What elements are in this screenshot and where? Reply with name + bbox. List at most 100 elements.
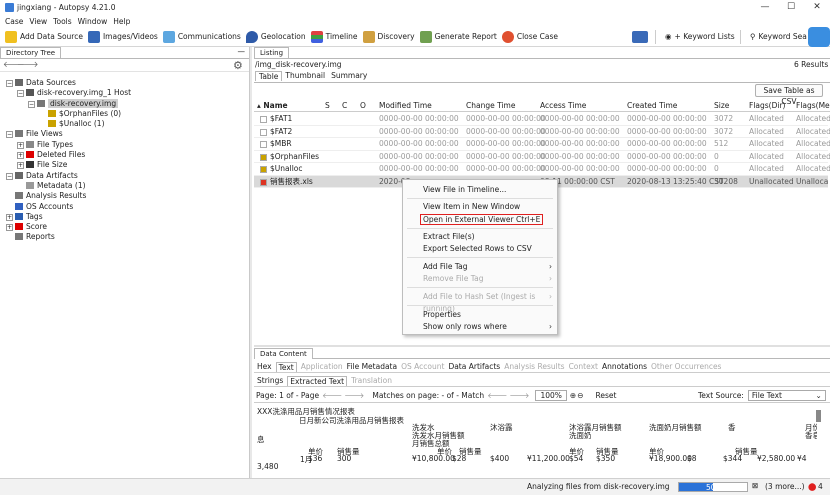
- minimize-pane-button[interactable]: —: [238, 47, 246, 56]
- gear-icon[interactable]: ⚙: [233, 59, 243, 72]
- column-header-o[interactable]: O: [360, 100, 366, 112]
- menu-item-show-only-rows[interactable]: Show only rows where: [403, 321, 557, 333]
- next-match-icon[interactable]: 🡒: [509, 391, 529, 400]
- zoom-in-icon[interactable]: ⊕: [570, 391, 576, 400]
- minimize-button[interactable]: —: [752, 0, 778, 15]
- add-data-source-button[interactable]: Add Data Source: [5, 28, 83, 46]
- tab-listing[interactable]: Listing: [254, 47, 290, 58]
- column-header-c[interactable]: C: [342, 100, 347, 112]
- collapse-icon[interactable]: −: [6, 172, 13, 180]
- tree-item[interactable]: + Tags: [0, 212, 249, 222]
- tree-item[interactable]: Reports: [0, 232, 249, 242]
- menu-tools[interactable]: Tools: [53, 17, 71, 26]
- subtab-thumbnail[interactable]: Thumbnail: [282, 71, 328, 81]
- prev-page-icon[interactable]: 🡐: [322, 391, 342, 400]
- messages-button[interactable]: [632, 28, 651, 46]
- menu-help[interactable]: Help: [113, 17, 130, 26]
- communications-button[interactable]: Communications: [162, 28, 241, 46]
- subtab-summary[interactable]: Summary: [328, 71, 370, 81]
- generate-report-button[interactable]: Generate Report: [419, 28, 497, 46]
- tree-item[interactable]: + File Size: [0, 160, 249, 170]
- collapse-icon[interactable]: −: [17, 90, 24, 98]
- images-videos-button[interactable]: Images/Videos: [87, 28, 158, 46]
- search-icon: ⚲: [750, 32, 756, 41]
- table-row[interactable]: $OrphanFiles 0000-00-00 00:00:00 0000-00-0…: [254, 151, 830, 163]
- tree-item[interactable]: − Data Artifacts: [0, 171, 249, 181]
- menu-item-extract-files[interactable]: Extract File(s): [403, 231, 557, 243]
- tree-item[interactable]: OS Accounts: [0, 202, 249, 212]
- expand-icon[interactable]: +: [17, 162, 24, 170]
- cancel-icon[interactable]: ⊠: [752, 481, 758, 490]
- reset-button[interactable]: Reset: [595, 391, 616, 400]
- timeline-button[interactable]: Timeline: [310, 28, 358, 46]
- table-row[interactable]: $FAT1 0000-00-00 00:00:00 0000-00-00 00:00…: [254, 113, 830, 126]
- subtab-table[interactable]: Table: [255, 71, 283, 81]
- column-header-flags-dir[interactable]: Flags(Dir): [749, 100, 785, 112]
- save-table-csv-button[interactable]: Save Table as CSV: [755, 84, 823, 106]
- geolocation-button[interactable]: Geolocation: [245, 28, 306, 46]
- text-source-select[interactable]: File Text ⌄: [747, 390, 826, 401]
- tree-item[interactable]: Analysis Results: [0, 191, 249, 201]
- menu-view[interactable]: View: [29, 17, 47, 26]
- expand-icon[interactable]: +: [17, 152, 24, 160]
- zoom-out-icon[interactable]: ⊖: [577, 391, 583, 400]
- table-row[interactable]: $FAT2 0000-00-00 00:00:00 0000-00-00 00:00…: [254, 126, 830, 138]
- scrollbar-thumb[interactable]: [816, 410, 821, 422]
- menu-case[interactable]: Case: [5, 17, 23, 26]
- discovery-button[interactable]: Discovery: [362, 28, 415, 46]
- menu-item-view-new-window[interactable]: View Item in New Window: [403, 201, 557, 213]
- zoom-field[interactable]: 100%: [535, 390, 567, 401]
- column-header-flags-meta[interactable]: Flags(Me: [796, 100, 830, 112]
- column-header-created[interactable]: Created Time: [627, 100, 677, 112]
- tree-item[interactable]: + File Types: [0, 140, 249, 150]
- prev-match-icon[interactable]: 🡐: [487, 391, 507, 400]
- pane-splitter[interactable]: [254, 345, 830, 347]
- table-row[interactable]: $Unalloc 0000-00-00 00:00:00 0000-00-00 00…: [254, 163, 830, 176]
- column-header-change[interactable]: Change Time: [466, 100, 515, 112]
- window-title: jingxiang - Autopsy 4.21.0: [17, 3, 116, 12]
- collapse-icon[interactable]: −: [6, 131, 13, 139]
- tree-item[interactable]: $Unalloc (1): [0, 119, 249, 129]
- alert-icon[interactable]: ⬤: [808, 482, 816, 491]
- expand-icon[interactable]: +: [17, 141, 24, 149]
- maximize-button[interactable]: ☐: [778, 0, 804, 15]
- progress-bar[interactable]: 50%: [678, 482, 748, 492]
- menu-item-add-file-tag[interactable]: Add File Tag: [403, 261, 557, 273]
- column-header-size[interactable]: Size: [714, 100, 729, 112]
- tab-directory-tree[interactable]: Directory Tree: [0, 47, 62, 58]
- menu-item-export-csv[interactable]: Export Selected Rows to CSV: [403, 243, 557, 255]
- more-tasks[interactable]: (3 more...): [765, 482, 805, 491]
- extracted-text-area[interactable]: XXX洗涤用品月销售情况报表 日月新公司洗涤用品月销售报表 洗发水 洗发水月销售额 沐浴…: [257, 404, 817, 476]
- text-nav-bar: Page: 1 of - Page 🡐 🡒 Matches on page: -…: [256, 390, 616, 401]
- expand-icon[interactable]: +: [6, 213, 13, 221]
- pane-splitter[interactable]: [250, 47, 252, 487]
- keyword-search-button[interactable]: ⚲ Keyword Sea: [750, 28, 807, 46]
- column-header-name[interactable]: ▴ Name: [257, 100, 288, 112]
- collapse-icon[interactable]: −: [28, 100, 35, 108]
- menu-item-view-in-timeline[interactable]: View File in Timeline...: [403, 184, 557, 196]
- column-header-modified[interactable]: Modified Time: [379, 100, 432, 112]
- keyword-lists-button[interactable]: ◉ + Keyword Lists: [665, 28, 735, 46]
- tab-data-content[interactable]: Data Content: [254, 348, 313, 359]
- next-page-icon[interactable]: 🡒: [344, 391, 364, 400]
- menu-window[interactable]: Window: [78, 17, 108, 26]
- close-case-button[interactable]: Close Case: [501, 28, 558, 46]
- menu-item-open-external-viewer[interactable]: Open in External Viewer Ctrl+E: [403, 214, 557, 226]
- forward-icon[interactable]: 🡒: [17, 60, 38, 70]
- collapse-icon[interactable]: −: [6, 80, 13, 87]
- tree-item[interactable]: − disk-recovery.img_1 Host: [0, 88, 249, 98]
- tree-item[interactable]: + Score: [0, 222, 249, 232]
- menu-item-properties[interactable]: Properties: [403, 309, 557, 321]
- table-row[interactable]: $MBR 0000-00-00 00:00:00 0000-00-00 00:00:…: [254, 138, 830, 151]
- tree-item[interactable]: − File Views: [0, 129, 249, 139]
- column-header-access[interactable]: Access Time: [540, 100, 586, 112]
- tree-item[interactable]: $OrphanFiles (0): [0, 109, 249, 119]
- tree-item[interactable]: − Data Sources: [0, 78, 249, 88]
- tree-item[interactable]: Metadata (1): [0, 181, 249, 191]
- tree-item[interactable]: + Deleted Files: [0, 150, 249, 160]
- expand-icon[interactable]: +: [6, 224, 13, 232]
- column-header-s[interactable]: S: [325, 100, 330, 112]
- tree-item[interactable]: − disk-recovery.img: [0, 98, 249, 109]
- close-button[interactable]: ✕: [804, 0, 830, 15]
- back-icon[interactable]: 🡐: [3, 60, 24, 70]
